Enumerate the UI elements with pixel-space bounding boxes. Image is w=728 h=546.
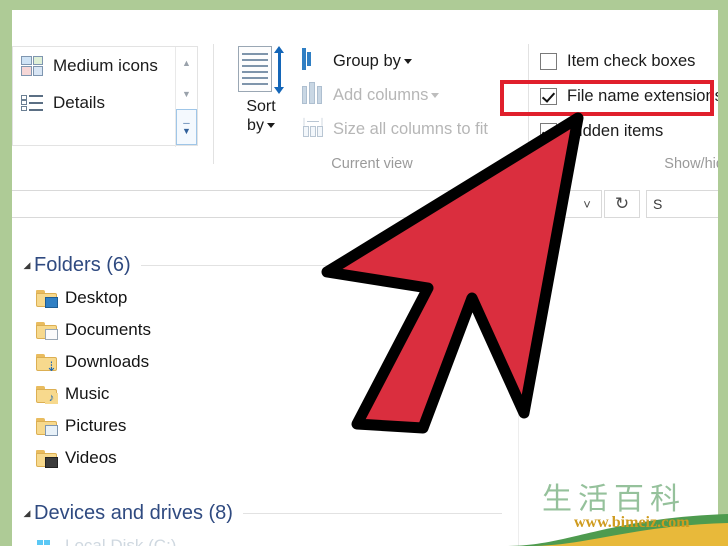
section-header[interactable]: ◢ Folders (6) (18, 248, 512, 282)
scroll-up-icon[interactable]: ▲ (176, 47, 197, 78)
watermark-chinese-text: 生活百科 (542, 482, 686, 517)
sort-by-label-line2: by (230, 117, 292, 134)
folder-desktop-icon (36, 289, 58, 308)
list-item-label: Local Disk (C:) (65, 536, 177, 546)
refresh-icon[interactable]: ↻ (604, 190, 640, 218)
list-item-label: Documents (65, 320, 151, 339)
checkbox-hidden-items[interactable]: Hidden items (536, 114, 718, 149)
details-view-icon (21, 93, 43, 113)
sort-by-label-line1: Sort (246, 98, 276, 115)
sort-by-icon (238, 44, 284, 96)
ribbon-top-padding (12, 10, 718, 38)
ribbon-group-current-view: Sort by Group by Add columns ∣ ∣ Size al… (222, 38, 522, 180)
list-item[interactable]: ♪ Music (18, 378, 512, 410)
chevron-down-icon (266, 123, 275, 129)
list-item[interactable]: Videos (18, 442, 512, 474)
folder-downloads-icon: ⇣ (36, 353, 58, 373)
collapse-triangle-icon[interactable]: ◢ (20, 260, 34, 271)
chevron-down-icon[interactable]: ˅ (574, 190, 600, 218)
watermark: 生活百科 www.bimeiz.com (538, 468, 728, 546)
ribbon-group-label-current-view: Current view (331, 156, 413, 172)
list-item[interactable]: Documents (18, 314, 512, 346)
ribbon-group-layout: Medium icons Details ▲ ▼ ─ ▼ (12, 38, 208, 180)
section-header[interactable]: ◢ Devices and drives (8) (18, 496, 512, 530)
layout-item-medium-icons[interactable]: Medium icons (13, 47, 197, 84)
medium-icons-icon (21, 55, 43, 76)
layout-item-details[interactable]: Details (13, 84, 197, 121)
folder-documents-icon (36, 321, 58, 340)
layout-more-button[interactable]: ─ ▼ (176, 109, 197, 145)
watermark-url: www.bimeiz.com (574, 514, 690, 531)
list-item[interactable]: Local Disk (C:) (18, 530, 512, 546)
checkbox-icon[interactable] (540, 53, 557, 70)
address-path-field[interactable] (12, 190, 602, 218)
checkbox-icon[interactable] (540, 123, 557, 140)
search-input[interactable]: S (646, 190, 718, 218)
checkbox-label: Hidden items (567, 122, 664, 140)
list-item[interactable]: ⇣ Downloads (18, 346, 512, 378)
section-title: Devices and drives (8) (34, 501, 233, 524)
local-disk-icon (36, 537, 58, 546)
folder-pictures-icon (36, 417, 58, 436)
size-all-columns-button[interactable]: ∣ ∣ Size all columns to fit (302, 112, 518, 146)
list-item-label: Downloads (65, 352, 150, 371)
highlight-box-file-name-extensions (500, 80, 714, 116)
list-item-label: Desktop (65, 288, 128, 307)
add-columns-button[interactable]: Add columns (302, 78, 518, 112)
layout-item-label: Medium icons (53, 55, 158, 75)
ribbon-separator (213, 44, 214, 164)
group-by-label: Group by (333, 51, 401, 70)
section-rule (140, 264, 502, 266)
folder-videos-icon (36, 449, 58, 468)
pane-divider (518, 228, 519, 546)
collapse-triangle-icon[interactable]: ◢ (20, 508, 34, 519)
add-columns-label: Add columns (333, 85, 429, 104)
group-by-icon (302, 48, 326, 72)
sort-by-button[interactable]: Sort by (230, 44, 292, 134)
scroll-down-icon[interactable]: ▼ (176, 78, 197, 109)
section-rule (242, 512, 502, 514)
list-item[interactable]: Desktop (18, 282, 512, 314)
file-explorer-window: Medium icons Details ▲ ▼ ─ ▼ Sort by Gro… (12, 10, 718, 546)
chevron-down-icon (431, 92, 440, 98)
list-item-label: Music (65, 384, 110, 403)
section-title: Folders (6) (34, 253, 131, 276)
ribbon-group-label-show-hide: Show/hide (664, 156, 718, 172)
chevron-down-icon (403, 58, 412, 64)
section-devices-and-drives: ◢ Devices and drives (8) Local Disk (C:) (18, 496, 512, 546)
size-all-columns-label: Size all columns to fit (333, 119, 488, 138)
section-folders: ◢ Folders (6) Desktop Documents ⇣ Downlo… (18, 248, 512, 474)
add-columns-icon (302, 82, 326, 106)
folder-music-icon: ♪ (36, 385, 58, 404)
address-bar: ˅ ↻ S (12, 180, 718, 229)
ribbon: Medium icons Details ▲ ▼ ─ ▼ Sort by Gro… (12, 10, 718, 181)
current-view-commands: Group by Add columns ∣ ∣ Size all column… (302, 44, 518, 146)
layout-item-label: Details (53, 92, 105, 112)
checkbox-label: Item check boxes (567, 52, 696, 70)
checkbox-item-check-boxes[interactable]: Item check boxes (536, 44, 718, 79)
size-columns-icon: ∣ ∣ (302, 117, 326, 140)
list-item[interactable]: Pictures (18, 410, 512, 442)
list-item-label: Pictures (65, 416, 127, 435)
list-item-label: Videos (65, 448, 117, 467)
layout-gallery-scrollbar[interactable]: ▲ ▼ ─ ▼ (175, 47, 197, 147)
group-by-button[interactable]: Group by (302, 44, 518, 78)
layout-gallery[interactable]: Medium icons Details ▲ ▼ ─ ▼ (12, 46, 198, 147)
